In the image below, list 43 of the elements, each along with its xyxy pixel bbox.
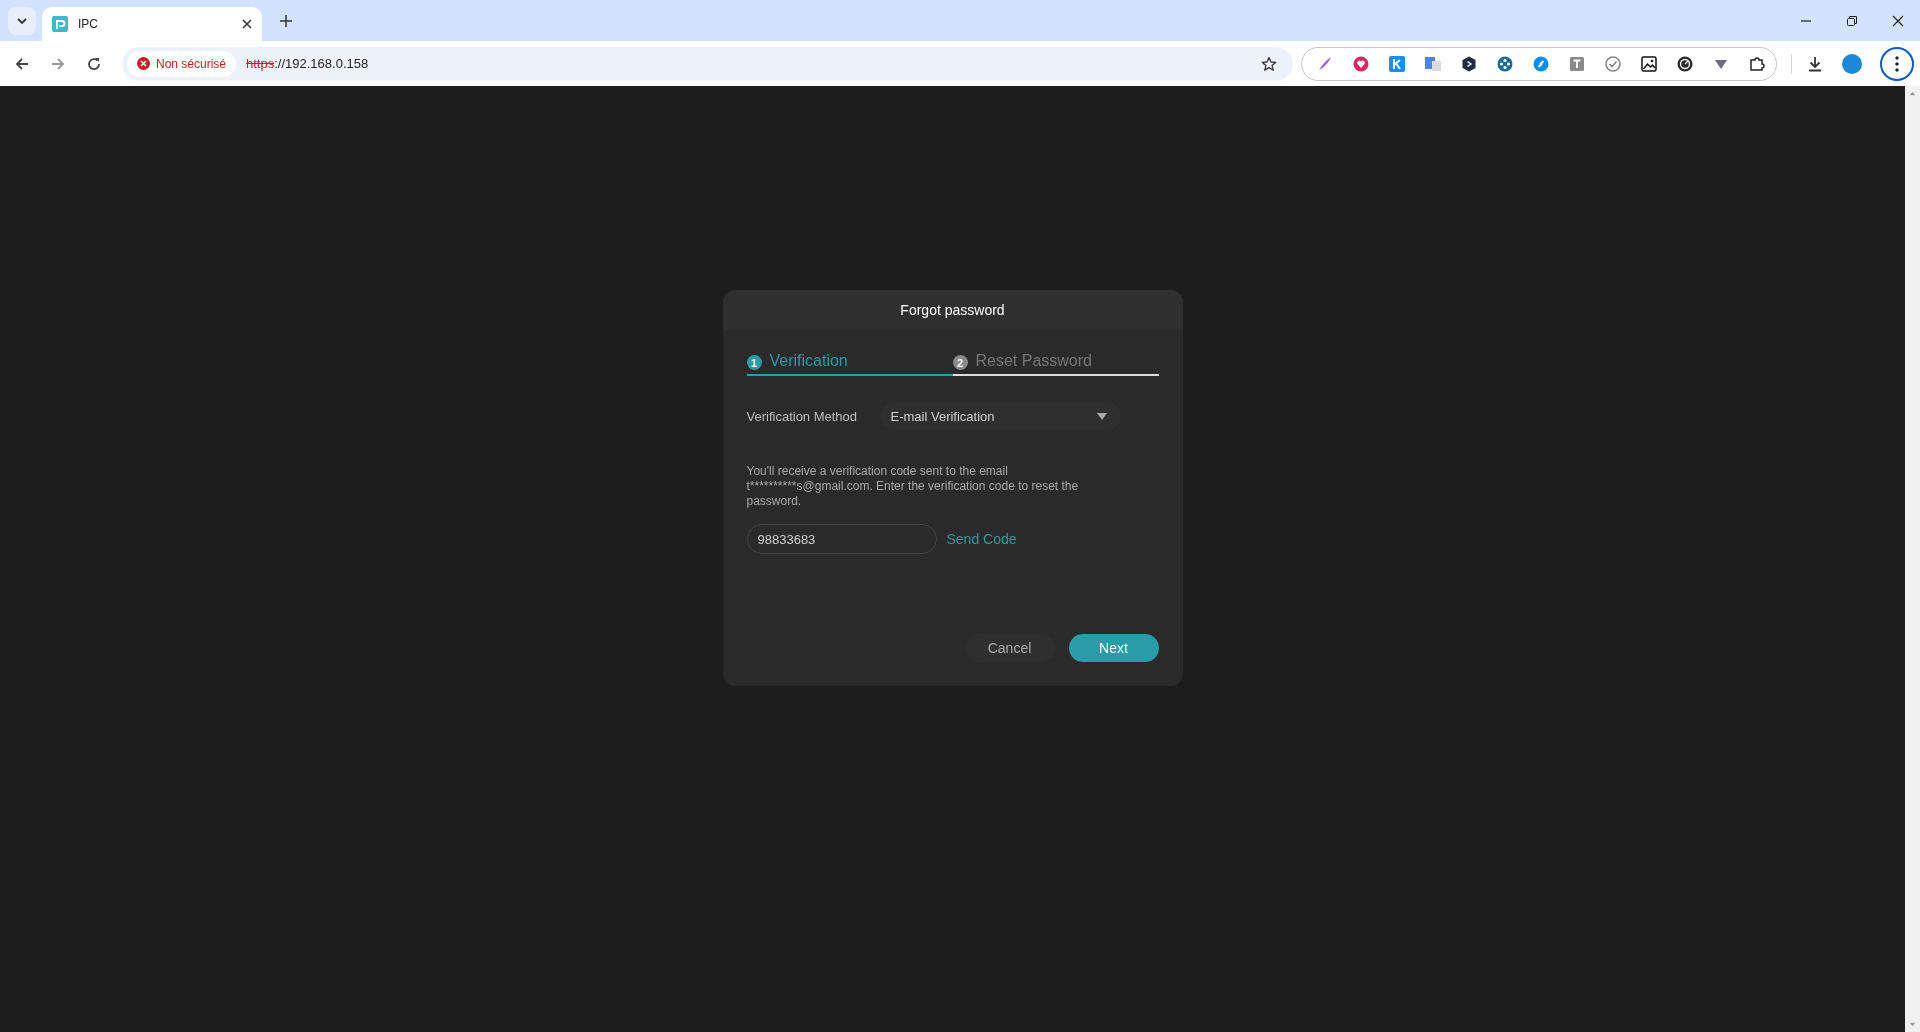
letter-t-icon[interactable] bbox=[1568, 54, 1586, 73]
cancel-button[interactable]: Cancel bbox=[964, 634, 1055, 662]
menu-button[interactable] bbox=[1880, 46, 1914, 81]
puzzle-icon[interactable] bbox=[1748, 54, 1766, 73]
download-icon[interactable] bbox=[1806, 54, 1824, 73]
site-logo-icon bbox=[52, 16, 68, 32]
close-icon[interactable] bbox=[1892, 14, 1904, 27]
address-bar[interactable]: Non sécurisé https://192.168.0.158 bbox=[122, 46, 1293, 81]
dialog-title: Forgot password bbox=[900, 302, 1005, 318]
restore-icon[interactable] bbox=[1846, 14, 1858, 27]
bookmark-star-icon[interactable] bbox=[1261, 55, 1277, 72]
letter-k-icon[interactable] bbox=[1388, 54, 1406, 73]
forward-arrow-icon bbox=[50, 55, 66, 72]
step-tab[interactable]: 2 Reset Password bbox=[952, 352, 1159, 376]
security-chip[interactable]: Non sécurisé bbox=[127, 50, 237, 77]
dropdown-caret-icon bbox=[1096, 412, 1107, 420]
gauge-icon[interactable] bbox=[1676, 54, 1694, 73]
step-number: 1 bbox=[746, 355, 762, 370]
verification-method-dropdown[interactable]: E-mail Verification bbox=[880, 402, 1121, 430]
hexagon-icon[interactable] bbox=[1460, 54, 1478, 73]
image-icon[interactable] bbox=[1640, 54, 1658, 73]
back-arrow-icon[interactable] bbox=[14, 55, 30, 72]
send-code-link[interactable]: Send Code bbox=[946, 531, 1017, 547]
translate-icon[interactable] bbox=[1424, 54, 1442, 73]
check-circle-icon[interactable] bbox=[1604, 54, 1622, 73]
error-icon bbox=[137, 57, 150, 70]
heart-badge-icon[interactable] bbox=[1352, 54, 1370, 73]
profile-avatar-icon[interactable] bbox=[1842, 53, 1862, 74]
reload-icon[interactable] bbox=[86, 55, 102, 72]
step-tab[interactable]: 1 Verification bbox=[746, 352, 953, 376]
field-label: Verification Method bbox=[746, 408, 859, 424]
tab-list-button[interactable] bbox=[8, 6, 36, 35]
browser-tab[interactable]: IPC bbox=[42, 7, 262, 41]
instruction-text: You'll receive a verification code sent to the email t**********s@gmail.com. Enter the verification code to reset the password. bbox=[746, 464, 1080, 509]
more-vertical-icon bbox=[1895, 55, 1899, 72]
tab-title: IPC bbox=[78, 17, 98, 31]
next-button[interactable]: Next bbox=[1068, 634, 1159, 662]
close-icon[interactable] bbox=[242, 19, 252, 29]
verification-code-field[interactable]: 98833683 bbox=[746, 524, 937, 554]
new-tab-icon[interactable] bbox=[280, 14, 292, 27]
dots-circle-icon[interactable] bbox=[1496, 54, 1514, 73]
url-text: https://192.168.0.158 bbox=[246, 56, 369, 71]
step-number: 2 bbox=[952, 355, 968, 370]
